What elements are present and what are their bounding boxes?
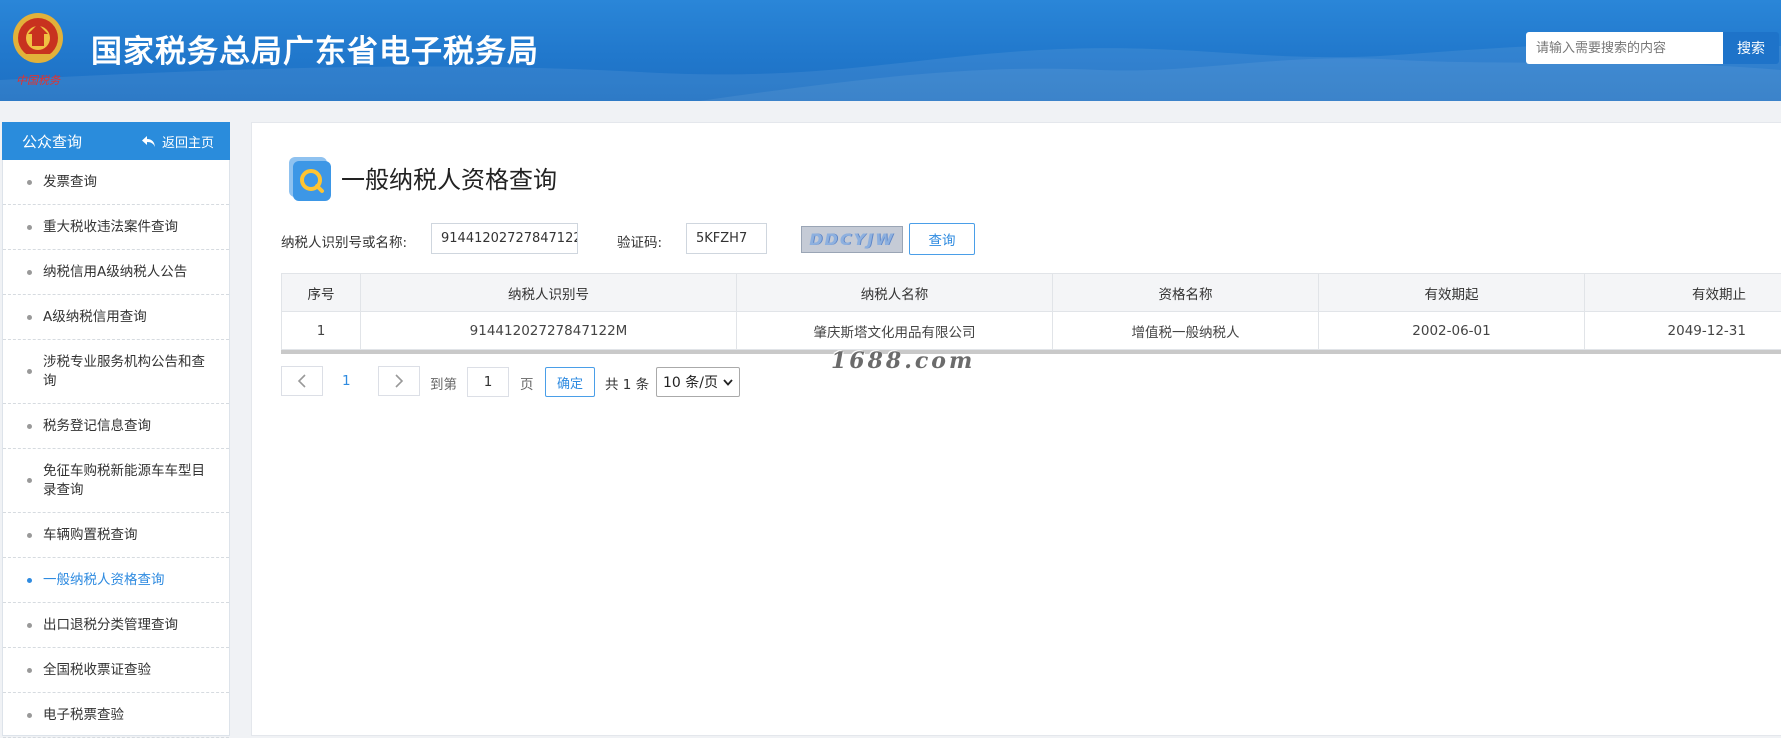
horizontal-scrollbar[interactable]: [281, 350, 1781, 354]
goto-label: 到第: [430, 373, 457, 393]
cell-taxpayer-name: 肇庆斯塔文化用品有限公司: [737, 312, 1053, 350]
bullet-dot: [27, 578, 32, 583]
col-header-qualification: 资格名称: [1053, 274, 1319, 312]
sidebar-item-label: 电子税票查验: [43, 706, 124, 725]
cell-taxpayer-id: 91441202727847122M: [361, 312, 737, 350]
page-title: 一般纳税人资格查询: [341, 160, 557, 195]
sidebar-item-vehicle-purchase-tax-query[interactable]: 车辆购置税查询: [3, 513, 229, 558]
sidebar-item-label: 免征车购税新能源车车型目录查询: [43, 462, 209, 500]
site-search: 搜索: [1526, 32, 1779, 64]
page-unit-label: 页: [520, 373, 534, 393]
col-header-valid-from: 有效期起: [1319, 274, 1585, 312]
cell-valid-from: 2002-06-01: [1319, 312, 1585, 350]
captcha-input[interactable]: 5KFZH7: [686, 223, 767, 254]
total-count: 共 1 条: [605, 373, 649, 393]
goto-confirm-button[interactable]: 确定: [545, 367, 595, 397]
col-header-taxpayer-id: 纳税人识别号: [361, 274, 737, 312]
bullet-dot: [27, 668, 32, 673]
tax-emblem-icon: 中国税务: [10, 10, 66, 92]
col-header-taxpayer-name: 纳税人名称: [737, 274, 1053, 312]
captcha-image[interactable]: DDCYJW: [801, 226, 903, 253]
sidebar-item-label: 发票查询: [43, 173, 97, 192]
cell-valid-to: 2049-12-31: [1585, 312, 1781, 350]
sidebar-item-invoice-query[interactable]: 发票查询: [3, 160, 229, 205]
site-title: 国家税务总局广东省电子税务局: [91, 26, 539, 71]
captcha-label: 验证码:: [617, 231, 662, 251]
taxpayer-id-input[interactable]: 91441202727847122M: [431, 223, 578, 254]
sidebar-item-label: 全国税收票证查验: [43, 661, 151, 680]
search-button[interactable]: 搜索: [1722, 32, 1779, 64]
sidebar-header: 公众查询 返回主页: [2, 122, 230, 160]
back-home-label: 返回主页: [162, 132, 214, 151]
bullet-dot: [27, 478, 32, 483]
bullet-dot: [27, 225, 32, 230]
sidebar-item-label: 涉税专业服务机构公告和查询: [43, 353, 209, 391]
page-number-current[interactable]: 1: [342, 373, 351, 389]
col-header-valid-to: 有效期止: [1585, 274, 1781, 312]
sidebar-item-a-credit-announcement[interactable]: 纳税信用A级纳税人公告: [3, 250, 229, 295]
bullet-dot: [27, 533, 32, 538]
page-size-value: 10 条/页: [663, 372, 718, 392]
sidebar-item-new-energy-vehicle-catalog[interactable]: 免征车购税新能源车车型目录查询: [3, 449, 229, 513]
goto-page-input[interactable]: [467, 367, 509, 397]
sidebar-item-label: 纳税信用A级纳税人公告: [43, 263, 187, 282]
pagination: 1 到第 页 确定 共 1 条 10 条/页: [281, 366, 781, 398]
sidebar-item-label: 一般纳税人资格查询: [43, 571, 165, 590]
next-page-button[interactable]: [378, 366, 420, 396]
site-header: 中国税务 国家税务总局广东省电子税务局 搜索: [0, 0, 1781, 101]
chevron-down-icon: [723, 379, 733, 386]
sidebar-item-e-tax-receipt-verify[interactable]: 电子税票查验: [3, 693, 229, 738]
sidebar-item-label: 车辆购置税查询: [43, 526, 138, 545]
sidebar-item-label: 出口退税分类管理查询: [43, 616, 178, 635]
chevron-right-icon: [394, 374, 404, 388]
back-home-link[interactable]: 返回主页: [141, 132, 214, 151]
bullet-dot: [27, 369, 32, 374]
query-form: 纳税人识别号或名称: 91441202727847122M 验证码: 5KFZH…: [281, 223, 901, 255]
back-arrow-icon: [141, 135, 156, 148]
sidebar-item-export-rebate-query[interactable]: 出口退税分类管理查询: [3, 603, 229, 648]
col-header-index: 序号: [282, 274, 361, 312]
sidebar: 公众查询 返回主页 发票查询 重大税收违法案件查询 纳税信用A级纳税人公告 A级…: [2, 122, 230, 736]
sidebar-item-label: A级纳税信用查询: [43, 308, 147, 327]
main-panel: 一般纳税人资格查询 纳税人识别号或名称: 91441202727847122M …: [251, 122, 1781, 736]
sidebar-item-tax-registration-query[interactable]: 税务登记信息查询: [3, 404, 229, 449]
query-button[interactable]: 查询: [909, 223, 975, 255]
sidebar-item-a-credit-query[interactable]: A级纳税信用查询: [3, 295, 229, 340]
bullet-dot: [27, 270, 32, 275]
bullet-dot: [27, 623, 32, 628]
sidebar-item-label: 重大税收违法案件查询: [43, 218, 178, 237]
sidebar-title: 公众查询: [22, 131, 82, 152]
cell-qualification: 增值税一般纳税人: [1053, 312, 1319, 350]
sidebar-item-major-violation-query[interactable]: 重大税收违法案件查询: [3, 205, 229, 250]
bullet-dot: [27, 180, 32, 185]
search-input[interactable]: [1526, 32, 1722, 64]
bullet-dot: [27, 424, 32, 429]
result-table-container: 序号 纳税人识别号 纳税人名称 资格名称 有效期起 有效期止 1 9144120…: [281, 273, 1781, 354]
sidebar-item-tax-receipt-verify[interactable]: 全国税收票证查验: [3, 648, 229, 693]
sidebar-item-label: 税务登记信息查询: [43, 417, 151, 436]
search-document-icon: [285, 155, 333, 203]
watermark: 1688.com: [831, 348, 975, 374]
sidebar-menu: 发票查询 重大税收违法案件查询 纳税信用A级纳税人公告 A级纳税信用查询 涉税专…: [3, 160, 229, 738]
result-table: 序号 纳税人识别号 纳税人名称 资格名称 有效期起 有效期止 1 9144120…: [281, 273, 1781, 350]
sidebar-item-general-taxpayer-query[interactable]: 一般纳税人资格查询: [3, 558, 229, 603]
captcha-image-text: DDCYJW: [809, 230, 895, 249]
sidebar-item-tax-service-agency[interactable]: 涉税专业服务机构公告和查询: [3, 340, 229, 404]
table-row: 1 91441202727847122M 肇庆斯塔文化用品有限公司 增值税一般纳…: [282, 312, 1781, 350]
taxpayer-label: 纳税人识别号或名称:: [281, 231, 407, 251]
chevron-left-icon: [297, 374, 307, 388]
table-header-row: 序号 纳税人识别号 纳税人名称 资格名称 有效期起 有效期止: [282, 274, 1781, 312]
svg-text:中国税务: 中国税务: [16, 74, 61, 87]
prev-page-button[interactable]: [281, 366, 323, 396]
page-size-select[interactable]: 10 条/页: [656, 367, 740, 397]
bullet-dot: [27, 315, 32, 320]
cell-index: 1: [282, 312, 361, 350]
bullet-dot: [27, 713, 32, 718]
